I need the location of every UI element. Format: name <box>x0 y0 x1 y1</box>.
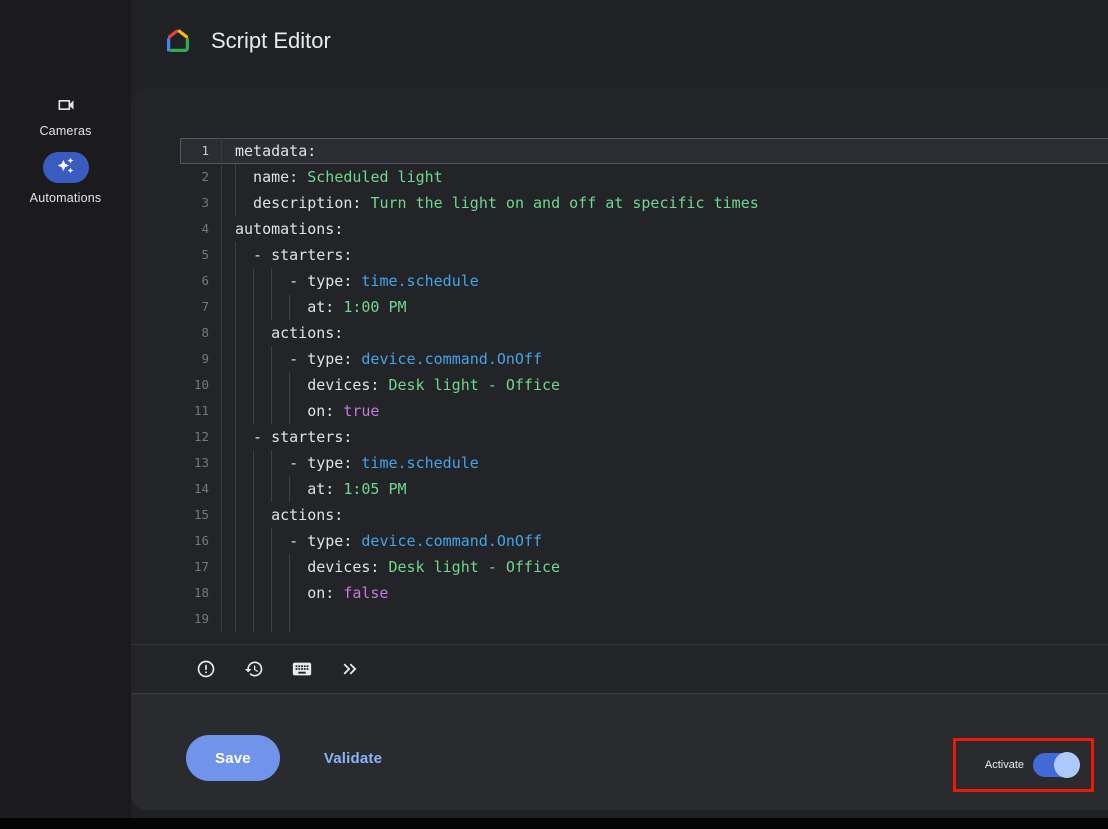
toggle-thumb <box>1054 752 1080 778</box>
code-text: name: Scheduled light <box>222 164 443 190</box>
code-text: - type: device.command.OnOff <box>222 346 542 372</box>
sidebar: Cameras Automations <box>0 0 131 829</box>
code-text: on: true <box>222 398 379 424</box>
code-text: description: Turn the light on and off a… <box>222 190 759 216</box>
line-number: 9 <box>180 346 222 372</box>
code-line[interactable]: 1metadata: <box>180 138 1108 164</box>
code-line[interactable]: 18on: false <box>180 580 1108 606</box>
line-number: 11 <box>180 398 222 424</box>
code-line[interactable]: 16- type: device.command.OnOff <box>180 528 1108 554</box>
code-lines: 1metadata:2name: Scheduled light3descrip… <box>180 138 1108 632</box>
code-line[interactable]: 10devices: Desk light - Office <box>180 372 1108 398</box>
code-line[interactable]: 8actions: <box>180 320 1108 346</box>
code-line[interactable]: 12- starters: <box>180 424 1108 450</box>
history-button[interactable] <box>243 658 265 680</box>
code-text: at: 1:00 PM <box>222 294 407 320</box>
keyboard-icon <box>291 658 313 680</box>
activate-label: Activate <box>985 759 1024 771</box>
code-text: - starters: <box>222 242 352 268</box>
activate-toggle[interactable] <box>1033 753 1079 777</box>
code-line[interactable]: 3description: Turn the light on and off … <box>180 190 1108 216</box>
code-line[interactable]: 19 <box>180 606 1108 632</box>
editor-toolbar <box>131 644 1108 693</box>
line-number: 18 <box>180 580 222 606</box>
annotation-highlight-box: Activate <box>953 738 1094 792</box>
code-text: actions: <box>222 320 343 346</box>
code-text: - type: time.schedule <box>222 268 479 294</box>
code-text: automations: <box>222 216 343 242</box>
problems-button[interactable] <box>195 658 217 680</box>
sidebar-item-label: Automations <box>0 191 131 205</box>
code-line[interactable]: 7at: 1:00 PM <box>180 294 1108 320</box>
line-number: 3 <box>180 190 222 216</box>
code-text: at: 1:05 PM <box>222 476 407 502</box>
script-editor-app: Cameras Automations Script Editor 1meta <box>0 0 1108 829</box>
expand-toolbar-button[interactable] <box>339 658 361 680</box>
page-title: Script Editor <box>211 28 331 54</box>
editor-card: 1metadata:2name: Scheduled light3descrip… <box>131 88 1108 810</box>
code-line[interactable]: 15actions: <box>180 502 1108 528</box>
code-line[interactable]: 5- starters: <box>180 242 1108 268</box>
double-arrow-right-icon <box>339 658 361 680</box>
code-text: - type: device.command.OnOff <box>222 528 542 554</box>
code-text: - starters: <box>222 424 352 450</box>
code-line[interactable]: 17devices: Desk light - Office <box>180 554 1108 580</box>
line-number: 8 <box>180 320 222 346</box>
history-icon <box>244 659 264 679</box>
code-text <box>222 606 307 632</box>
line-number: 19 <box>180 606 222 632</box>
line-number: 13 <box>180 450 222 476</box>
code-text: actions: <box>222 502 343 528</box>
code-line[interactable]: 11on: true <box>180 398 1108 424</box>
line-number: 7 <box>180 294 222 320</box>
line-number: 6 <box>180 268 222 294</box>
code-line[interactable]: 14at: 1:05 PM <box>180 476 1108 502</box>
keyboard-button[interactable] <box>291 658 313 680</box>
line-number: 5 <box>180 242 222 268</box>
sidebar-item-automations[interactable]: Automations <box>0 152 131 205</box>
line-number: 2 <box>180 164 222 190</box>
code-line[interactable]: 13- type: time.schedule <box>180 450 1108 476</box>
code-line[interactable]: 4automations: <box>180 216 1108 242</box>
save-button[interactable]: Save <box>186 735 280 781</box>
code-editor[interactable]: 1metadata:2name: Scheduled light3descrip… <box>131 88 1108 694</box>
action-bar: Save Validate Activate <box>131 694 1108 810</box>
videocam-icon <box>56 95 76 113</box>
code-line[interactable]: 6- type: time.schedule <box>180 268 1108 294</box>
bottom-edge-strip <box>0 818 1108 829</box>
code-text: - type: time.schedule <box>222 450 479 476</box>
code-line[interactable]: 2name: Scheduled light <box>180 164 1108 190</box>
line-number: 1 <box>180 138 222 164</box>
line-number: 16 <box>180 528 222 554</box>
line-number: 12 <box>180 424 222 450</box>
code-text: devices: Desk light - Office <box>222 372 560 398</box>
sidebar-item-label: Cameras <box>0 124 131 138</box>
code-text: metadata: <box>222 138 316 164</box>
line-number: 17 <box>180 554 222 580</box>
line-number: 10 <box>180 372 222 398</box>
line-number: 15 <box>180 502 222 528</box>
selected-item-pill <box>43 152 89 183</box>
line-number: 14 <box>180 476 222 502</box>
auto-awesome-icon <box>57 157 74 179</box>
code-text: devices: Desk light - Office <box>222 554 560 580</box>
line-number: 4 <box>180 216 222 242</box>
code-text: on: false <box>222 580 388 606</box>
google-home-logo[interactable] <box>163 26 193 56</box>
validate-button[interactable]: Validate <box>318 749 388 768</box>
problems-icon <box>196 659 216 679</box>
code-line[interactable]: 9- type: device.command.OnOff <box>180 346 1108 372</box>
sidebar-item-cameras[interactable]: Cameras <box>0 95 131 138</box>
